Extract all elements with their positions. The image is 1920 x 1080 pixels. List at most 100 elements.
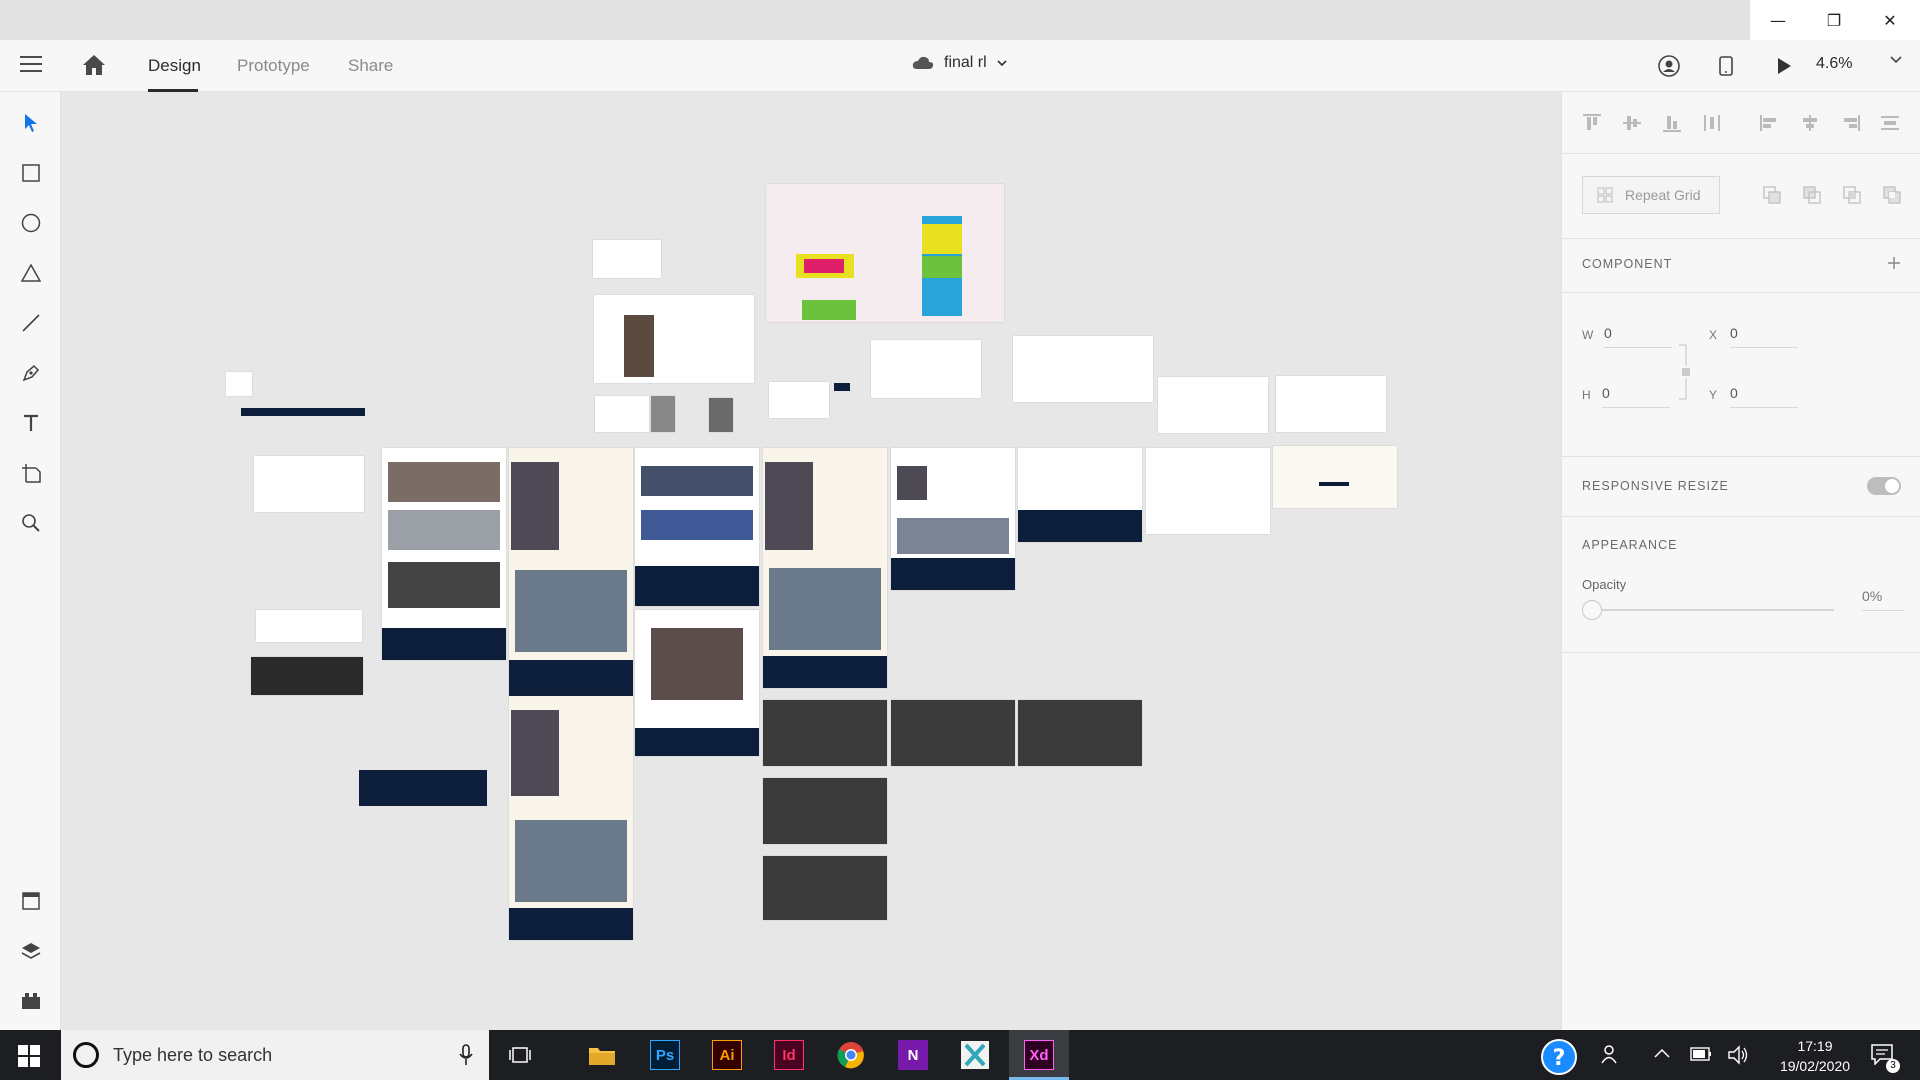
align-bottom-icon[interactable] — [1662, 114, 1682, 132]
distribute-horizontal-icon[interactable] — [1880, 114, 1900, 132]
artboard-mini[interactable] — [226, 372, 252, 396]
file-explorer-icon[interactable] — [587, 1040, 617, 1070]
width-input[interactable]: 0 — [1604, 325, 1672, 348]
add-shapes-icon[interactable] — [1763, 186, 1781, 204]
windows-start-icon[interactable] — [18, 1045, 40, 1067]
zoom-chevron-icon[interactable] — [1890, 56, 1902, 64]
artboard-navy-chip[interactable] — [834, 383, 850, 391]
tab-design[interactable]: Design — [148, 56, 201, 76]
artboard-confirm[interactable] — [1146, 448, 1270, 534]
artboard-checkout-4[interactable] — [1276, 376, 1386, 432]
artboard-checkout-form[interactable] — [1018, 448, 1142, 542]
x-input[interactable]: 0 — [1730, 325, 1798, 348]
tab-prototype[interactable]: Prototype — [237, 56, 310, 76]
align-center-icon[interactable] — [1800, 114, 1820, 132]
taskbar-search-box[interactable]: Type here to search — [61, 1030, 489, 1080]
home-icon[interactable] — [82, 54, 106, 76]
layers-panel-icon[interactable] — [18, 938, 44, 964]
task-view-icon[interactable] — [509, 1045, 531, 1065]
align-middle-icon[interactable] — [1622, 114, 1642, 132]
illustrator-icon[interactable]: Ai — [712, 1040, 742, 1070]
microphone-icon[interactable] — [459, 1044, 473, 1066]
xmind-icon[interactable] — [960, 1040, 990, 1070]
exclude-overlap-icon[interactable] — [1883, 186, 1901, 204]
artboard-list[interactable] — [769, 382, 829, 418]
opacity-slider-track[interactable] — [1602, 609, 1834, 611]
artboard-product-hero[interactable] — [594, 295, 754, 383]
chevron-up-icon[interactable] — [1654, 1048, 1670, 1058]
artboard-modal-5[interactable] — [763, 856, 887, 920]
artboard-basket[interactable] — [891, 448, 1015, 590]
artboard-checkout-1[interactable] — [871, 340, 981, 398]
subtract-shapes-icon[interactable] — [1803, 186, 1821, 204]
add-component-icon[interactable] — [1887, 256, 1901, 270]
line-tool-icon[interactable] — [18, 310, 44, 336]
align-top-icon[interactable] — [1582, 114, 1602, 132]
rectangle-tool-icon[interactable] — [18, 160, 44, 186]
device-preview-icon[interactable] — [1714, 54, 1738, 78]
artboard-thank-you[interactable] — [1273, 446, 1397, 508]
artboard-category[interactable] — [635, 448, 759, 606]
battery-icon[interactable] — [1690, 1047, 1712, 1061]
artboard-form[interactable] — [256, 610, 362, 642]
artboard-product-2[interactable] — [763, 448, 887, 688]
minimize-button[interactable]: — — [1750, 0, 1806, 40]
lock-aspect-icon[interactable] — [1678, 344, 1690, 400]
share-user-icon[interactable] — [1657, 54, 1681, 78]
artboard-product-1[interactable] — [509, 448, 633, 700]
artboard-thumb-2[interactable] — [709, 398, 733, 432]
zoom-tool-icon[interactable] — [18, 510, 44, 536]
play-icon[interactable] — [1772, 54, 1796, 78]
restore-button[interactable]: ❐ — [1806, 0, 1862, 40]
assets-panel-icon[interactable] — [18, 888, 44, 914]
photoshop-icon[interactable]: Ps — [650, 1040, 680, 1070]
onenote-icon[interactable]: N — [898, 1040, 928, 1070]
system-clock[interactable]: 17:19 19/02/2020 — [1768, 1036, 1862, 1076]
artboard-modal-2[interactable] — [891, 700, 1015, 766]
artboard-watch-banner[interactable] — [251, 657, 363, 695]
artboard-ad-mindmap[interactable] — [766, 184, 1004, 322]
artboard-checkout-3[interactable] — [1158, 377, 1268, 433]
text-tool-icon[interactable] — [18, 410, 44, 436]
distribute-vertical-icon[interactable] — [1702, 114, 1722, 132]
artboard-footer[interactable] — [359, 770, 487, 806]
repeat-grid-button[interactable]: Repeat Grid — [1582, 176, 1720, 214]
help-icon[interactable]: ? — [1540, 1038, 1578, 1080]
artboard-nav-strip[interactable] — [241, 408, 365, 416]
artboard-product-3[interactable] — [509, 696, 633, 940]
artboard-checkout-2[interactable] — [1013, 336, 1153, 402]
select-tool-icon[interactable] — [18, 110, 44, 136]
polygon-tool-icon[interactable] — [18, 260, 44, 286]
artboard-modal-1[interactable] — [763, 700, 887, 766]
close-button[interactable]: ✕ — [1862, 0, 1918, 40]
y-input[interactable]: 0 — [1730, 385, 1798, 408]
artboard-thumb-1[interactable] — [651, 396, 675, 432]
height-input[interactable]: 0 — [1602, 385, 1670, 408]
align-left-icon[interactable] — [1760, 114, 1780, 132]
zoom-level[interactable]: 4.6% — [1816, 55, 1852, 73]
indesign-icon[interactable]: Id — [774, 1040, 804, 1070]
document-title-dropdown[interactable]: final rl — [912, 54, 1007, 72]
responsive-resize-toggle[interactable] — [1867, 477, 1901, 495]
align-right-icon[interactable] — [1840, 114, 1860, 132]
artboard-tool-icon[interactable] — [18, 460, 44, 486]
ellipse-tool-icon[interactable] — [18, 210, 44, 236]
menu-icon[interactable] — [20, 56, 42, 74]
artboard-sitemap[interactable] — [593, 240, 661, 278]
pen-tool-icon[interactable] — [18, 360, 44, 386]
artboard-home[interactable] — [254, 456, 364, 512]
design-canvas[interactable] — [61, 92, 1561, 1030]
artboard-menu[interactable] — [595, 396, 649, 432]
artboard-modal-3[interactable] — [1018, 700, 1142, 766]
opacity-slider-handle[interactable] — [1582, 600, 1602, 620]
intersect-shapes-icon[interactable] — [1843, 186, 1861, 204]
artboard-editorial[interactable] — [382, 448, 506, 660]
plugins-panel-icon[interactable] — [18, 988, 44, 1014]
chrome-icon[interactable] — [836, 1040, 866, 1070]
tab-share[interactable]: Share — [348, 56, 393, 76]
artboard-search-results[interactable] — [635, 610, 759, 756]
adobe-xd-icon[interactable]: Xd — [1024, 1040, 1054, 1070]
volume-icon[interactable] — [1728, 1045, 1750, 1065]
people-icon[interactable] — [1601, 1044, 1621, 1064]
artboard-modal-4[interactable] — [763, 778, 887, 844]
